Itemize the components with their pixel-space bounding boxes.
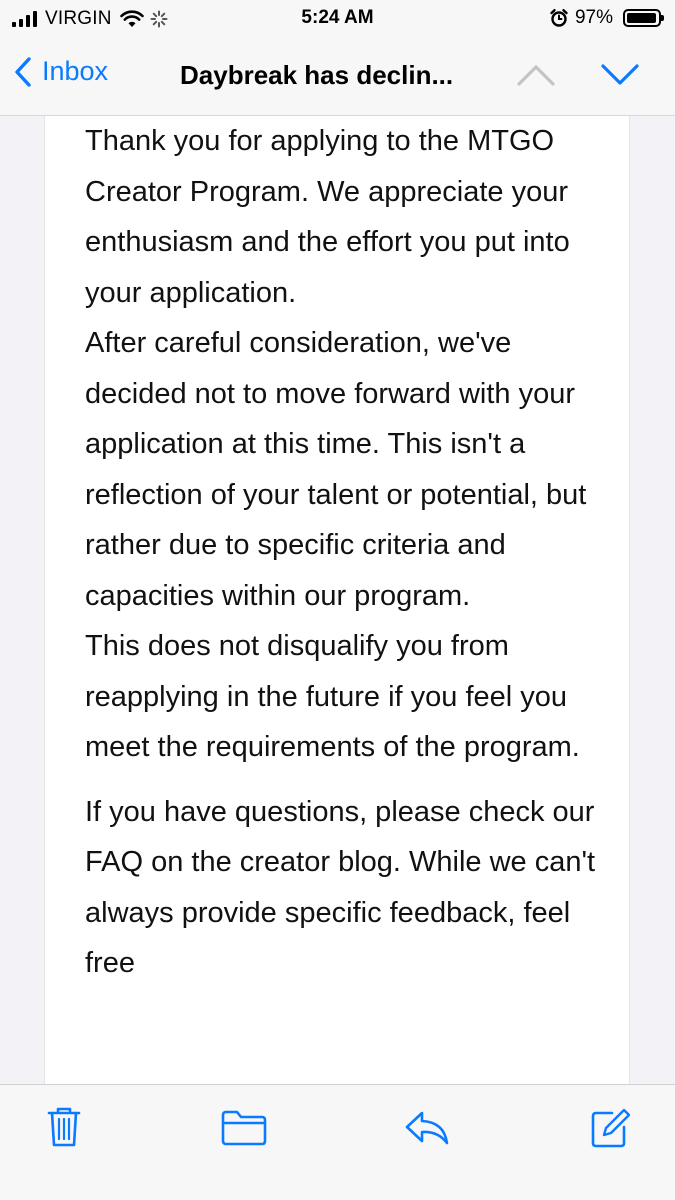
folder-icon[interactable]: [220, 1109, 268, 1147]
alarm-icon: [550, 9, 568, 27]
reply-icon[interactable]: [404, 1109, 450, 1147]
battery-icon: [623, 9, 664, 27]
battery-percent: 97%: [574, 7, 613, 28]
battery-fill: [627, 13, 657, 23]
email-paragraph-1: Thank you for applying to the MTGO Creat…: [85, 125, 570, 309]
trash-icon[interactable]: [46, 1105, 82, 1149]
chevron-up-icon[interactable]: [516, 62, 556, 88]
nav-bar: Inbox Daybreak has declin...: [0, 38, 675, 116]
chevron-left-icon: [15, 56, 31, 87]
bottom-toolbar: [0, 1084, 675, 1200]
status-bar: VIRGIN 5:24 AM 97%: [0, 0, 675, 38]
compose-icon[interactable]: [590, 1105, 630, 1149]
email-card: Thank you for applying to the MTGO Creat…: [44, 116, 630, 1084]
status-right: 97%: [549, 7, 664, 29]
back-label: Inbox: [42, 56, 109, 86]
email-paragraph-3: This does not disqualify you from reappl…: [85, 630, 580, 763]
email-subject-title: Daybreak has declin...: [180, 60, 454, 90]
email-body: Thank you for applying to the MTGO Creat…: [85, 116, 605, 989]
email-paragraph-2: After careful consideration, we've decid…: [85, 327, 587, 612]
chevron-down-icon[interactable]: [600, 62, 640, 88]
email-paragraph-4: If you have questions, please check our …: [85, 795, 596, 980]
back-button[interactable]: Inbox: [14, 56, 108, 87]
email-scroll-area[interactable]: Thank you for applying to the MTGO Creat…: [0, 116, 675, 1084]
